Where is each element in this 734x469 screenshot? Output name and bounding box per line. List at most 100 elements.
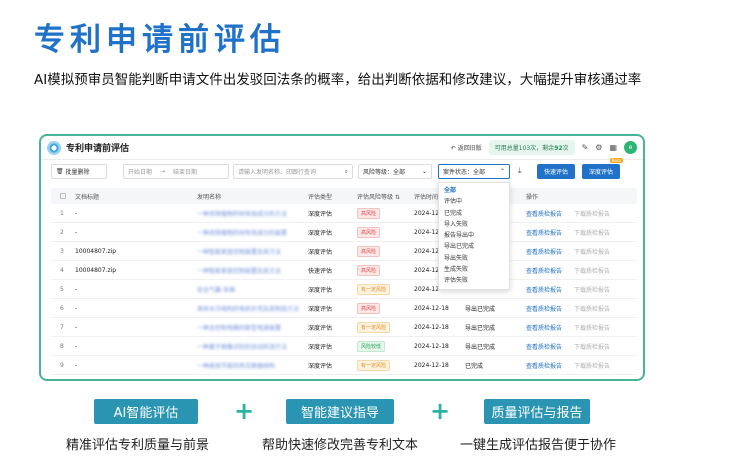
status-option[interactable]: 生成失败 — [439, 264, 509, 275]
table-row[interactable]: 6 - 具有水冷结构的电机外壳及其制造方法 深度评估 高风险 2024-12-18 导出已完… — [51, 299, 637, 318]
status-option[interactable]: 导出已完成 — [439, 241, 509, 252]
row-invention-name[interactable]: 一种智能家居控制装置及其方法 — [197, 247, 308, 256]
risk-badge: 风险较低 — [357, 340, 386, 352]
feature-suggestion-desc: 帮助快速修改完善专利文本 — [262, 438, 419, 453]
row-invention-name[interactable]: 一种去除植物药材有效成分的方法 — [197, 209, 308, 218]
status-option[interactable]: 导出失败 — [439, 253, 509, 264]
download-report-link[interactable]: 下载质检报告 — [574, 285, 634, 294]
evaluation-table: 文档标题 发明名称 评估类型 评估风险等级 ⇅ 评估时间 操作 1 - 一种去除植物… — [51, 188, 637, 375]
download-report-link[interactable]: 下载质检报告 — [574, 304, 634, 313]
search-placeholder: 请输入发明名称、印跟行查询 — [238, 169, 317, 176]
row-doc-title: - — [75, 342, 78, 350]
download-report-link[interactable]: 下载质检报告 — [574, 209, 634, 218]
app-logo-icon — [47, 140, 61, 155]
view-report-link[interactable]: 查看质检报告 — [526, 304, 574, 313]
risk-badge: 有一定风险 — [357, 283, 391, 295]
risk-level-select[interactable]: 风险等级：全部 ⌄ — [358, 164, 432, 179]
table-row[interactable]: 8 - 一种基于图像识别的自动检测方法 深度评估 风险较低 2024-12-18 导出已完成… — [51, 337, 637, 356]
header-risk-level[interactable]: 评估风险等级 ⇅ — [357, 192, 414, 201]
view-report-link[interactable]: 查看质检报告 — [526, 323, 574, 332]
search-input[interactable]: 请输入发明名称、印跟行查询 ⌕ — [233, 164, 353, 179]
select-all-cell[interactable] — [51, 193, 75, 200]
download-report-link[interactable]: 下载质检报告 — [574, 323, 634, 332]
view-report-link[interactable]: 查看质检报告 — [526, 266, 574, 275]
row-invention-name[interactable]: 一种智能家居控制装置及其方法 — [197, 266, 308, 275]
download-report-link[interactable]: 下载质检报告 — [574, 342, 634, 351]
app-title: 专利申请前评估 — [66, 144, 130, 154]
search-icon[interactable]: ⌕ — [345, 168, 348, 176]
download-icon[interactable]: ⤓ — [518, 166, 522, 176]
row-number: 6 — [60, 304, 64, 312]
table-header: 文档标题 发明名称 评估类型 评估风险等级 ⇅ 评估时间 操作 — [51, 188, 637, 204]
table-row[interactable]: 7 - 一种全控制电路的新型电源装置 深度评估 有一定风险 2024-12-18 导出已完成… — [51, 318, 637, 337]
feature-ai-eval-badge: AI智能评估 — [94, 399, 198, 424]
view-report-link[interactable]: 查看质检报告 — [526, 342, 574, 351]
row-eval-type: 快速评估 — [308, 267, 333, 275]
status-option[interactable]: 已完成 — [439, 208, 509, 219]
download-report-link[interactable]: 下载质检报告 — [574, 361, 634, 370]
start-date-input[interactable]: 开始日期 — [128, 167, 152, 176]
apps-grid-icon[interactable]: ▦ — [609, 143, 617, 152]
download-report-link[interactable]: 下载质检报告 — [574, 247, 634, 256]
back-icon: ↶ — [450, 145, 458, 152]
download-report-link[interactable]: 下载质检报告 — [574, 228, 634, 237]
table-row[interactable]: 5- 安全气囊-车辆 深度评估 有一定风险 2024-12- 查看质检报告 下载质检报告 — [51, 280, 637, 299]
row-doc-title: - — [75, 285, 78, 293]
select-all-checkbox[interactable] — [60, 193, 66, 199]
status-option[interactable]: 评估失败 — [439, 275, 509, 286]
chevron-down-icon: ⌄ — [421, 168, 427, 175]
row-eval-type: 深度评估 — [308, 229, 333, 237]
row-invention-name[interactable]: 安全气囊-车辆 — [197, 285, 308, 294]
row-invention-name[interactable]: 一种高效节能的热交换器结构 — [197, 361, 308, 370]
view-report-link[interactable]: 查看质检报告 — [526, 361, 574, 370]
risk-badge: 有一定风险 — [357, 321, 391, 333]
header-actions: 操作 — [526, 193, 539, 201]
risk-badge: 高风险 — [357, 264, 381, 276]
view-report-link[interactable]: 查看质检报告 — [526, 228, 574, 237]
end-date-input[interactable]: 结束日期 — [173, 167, 197, 176]
row-eval-time: 2024-12-18 — [414, 304, 449, 312]
header-doc-title: 文档标题 — [75, 193, 100, 201]
view-report-link[interactable]: 查看质检报告 — [526, 209, 574, 218]
sort-icon[interactable]: ⇅ — [395, 194, 400, 201]
download-report-link[interactable]: 下载质检报告 — [574, 266, 634, 275]
row-invention-name[interactable]: 一种基于图像识别的自动检测方法 — [197, 342, 308, 351]
row-status: 已完成 — [465, 362, 484, 370]
edit-icon[interactable]: ✎ — [582, 143, 589, 152]
row-invention-name[interactable]: 具有水冷结构的电机外壳及其制造方法 — [197, 304, 308, 313]
risk-badge: 高风险 — [357, 207, 381, 219]
back-to-old-version-link[interactable]: ↶ 返回旧版 — [451, 143, 482, 152]
table-row[interactable]: 3 10004807.zip 一种智能家居控制装置及其方法 深度评估 高风险 2024-1… — [51, 242, 637, 261]
quick-eval-button[interactable]: 快速评估 — [537, 164, 575, 179]
view-report-link[interactable]: 查看质检报告 — [526, 285, 574, 294]
app-topbar: 专利申请前评估 ↶ 返回旧版 可用总量103次，剩余92次 ✎ ⚙ ▦ e — [41, 136, 643, 160]
row-number: 5 — [60, 285, 64, 293]
table-row[interactable]: 9 - 一种高效节能的热交换器结构 深度评估 有一定风险 2024-12-18 已完成 查看质… — [51, 356, 637, 375]
settings-icon[interactable]: ⚙ — [595, 143, 602, 152]
status-option[interactable]: 报告导出中 — [439, 230, 509, 241]
table-row[interactable]: 1- 一种去除植物药材有效成分的方法 深度评估 高风险 2024-12- 查看质检报告 下载… — [51, 204, 637, 223]
table-row[interactable]: 4 10004807.zip 一种智能家居控制装置及其方法 快速评估 高风险 2024-1… — [51, 261, 637, 280]
feature-report-desc: 一键生成评估报告便于协作 — [460, 438, 617, 453]
row-doc-title: - — [75, 323, 78, 331]
row-invention-name[interactable]: 一种全控制电路的新型电源装置 — [197, 323, 308, 332]
bulk-delete-button[interactable]: 🗑 批量删除 — [51, 164, 107, 179]
row-number: 8 — [60, 342, 64, 350]
plus-icon: + — [234, 397, 255, 425]
deep-eval-button[interactable]: 深度评估 Beta — [582, 158, 623, 179]
status-option[interactable]: 评估中 — [439, 196, 509, 207]
quota-label: 可用总量103次，剩余 — [494, 145, 555, 152]
row-status: 导出已完成 — [465, 324, 496, 332]
status-option[interactable]: 全部 — [439, 185, 509, 196]
table-row[interactable]: 2- 一种去除植物药材有效成分的装置 深度评估 高风险 2024-12- 查看质检报告 下载… — [51, 223, 637, 242]
status-option[interactable]: 导入失败 — [439, 219, 509, 230]
table-body: 1- 一种去除植物药材有效成分的方法 深度评估 高风险 2024-12- 查看质检报告 下载… — [51, 204, 637, 375]
view-report-link[interactable]: 查看质检报告 — [526, 247, 574, 256]
page-description: AI模拟预审员智能判断申请文件出发驳回法条的概率，给出判断依据和修改建议，大幅提… — [34, 72, 642, 88]
risk-level-value: 风险等级：全部 — [363, 169, 406, 176]
header-risk-label: 评估风险等级 — [357, 193, 394, 201]
row-invention-name[interactable]: 一种去除植物药材有效成分的装置 — [197, 228, 308, 237]
case-status-select[interactable]: 案件状态：全部 ⌃ — [438, 164, 510, 179]
date-range-picker[interactable]: 开始日期 → 结束日期 — [123, 164, 229, 179]
avatar[interactable]: e — [624, 141, 637, 154]
